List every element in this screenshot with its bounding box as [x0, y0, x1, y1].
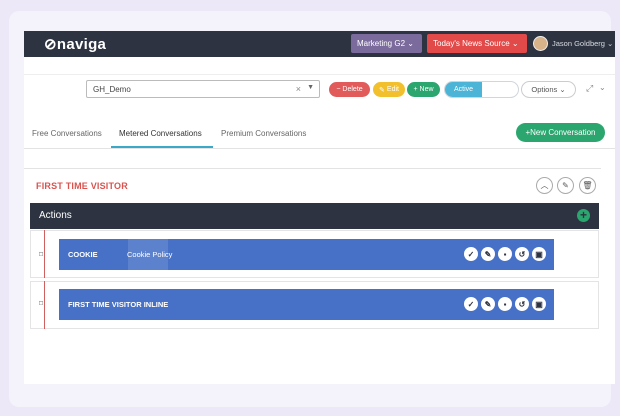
app-window: ⊘naviga Marketing G2 ⌄ Today's News Sour…: [24, 31, 615, 384]
new-conversation-label: New Conversation: [530, 128, 596, 137]
options-dropdown[interactable]: Options ⌄: [521, 81, 576, 98]
action-card-cookie[interactable]: COOKIE Cookie Policy ✓ ✎ ▪ ↺ ▣: [59, 239, 554, 270]
delete-button[interactable]: − Delete: [329, 82, 370, 97]
actions-label: Actions: [39, 210, 72, 221]
action-controls: ✓ ✎ ▪ ↺ ▣: [464, 297, 546, 311]
undo-icon[interactable]: ↺: [515, 297, 529, 311]
marketing-dropdown[interactable]: Marketing G2 ⌄: [351, 34, 422, 53]
edit-button[interactable]: ✎ Edit: [373, 82, 405, 97]
active-toggle[interactable]: Active: [444, 81, 519, 98]
expand-icon[interactable]: ⤢: [586, 83, 593, 94]
plus-icon: +: [413, 86, 418, 93]
trash-icon[interactable]: ▪: [498, 297, 512, 311]
save-icon[interactable]: ▣: [532, 297, 546, 311]
collapse-section-button[interactable]: ︿: [536, 177, 553, 194]
bookmark-icon[interactable]: ⌑: [39, 299, 43, 308]
row-marker-line: [44, 281, 45, 329]
edit-icon: ✎: [379, 86, 385, 94]
check-icon[interactable]: ✓: [464, 297, 478, 311]
tab-free-conversations[interactable]: Free Conversations: [32, 129, 102, 138]
action-name: FIRST TIME VISITOR INLINE: [68, 300, 169, 309]
user-avatar[interactable]: [533, 36, 548, 51]
new-button[interactable]: + New: [407, 82, 440, 97]
action-name: COOKIE: [68, 250, 98, 259]
pencil-icon[interactable]: ✎: [481, 247, 495, 261]
action-card-first-time-visitor-inline[interactable]: FIRST TIME VISITOR INLINE ✓ ✎ ▪ ↺ ▣: [59, 289, 554, 320]
chevron-down-icon[interactable]: ⌄: [599, 83, 606, 92]
naviga-logo: ⊘naviga: [44, 36, 107, 53]
tabs-divider: [24, 148, 615, 149]
chevron-up-icon: ︿: [540, 181, 549, 190]
new-conversation-button[interactable]: + New Conversation: [516, 123, 605, 142]
user-menu[interactable]: Jason Goldberg ⌄: [552, 39, 613, 48]
check-icon[interactable]: ✓: [464, 247, 478, 261]
tab-metered-conversations[interactable]: Metered Conversations: [119, 129, 202, 138]
row-marker-line: [44, 230, 45, 278]
edit-label: Edit: [386, 86, 399, 93]
undo-icon[interactable]: ↺: [515, 247, 529, 261]
conversation-select[interactable]: GH_Demo × ▼: [86, 80, 320, 98]
new-label: New: [419, 86, 434, 93]
pencil-icon[interactable]: ✎: [481, 297, 495, 311]
action-controls: ✓ ✎ ▪ ↺ ▣: [464, 247, 546, 261]
add-action-button[interactable]: +: [577, 209, 590, 222]
bookmark-icon[interactable]: ⌑: [39, 250, 43, 259]
delete-label: Delete: [342, 86, 363, 93]
clear-icon[interactable]: ×: [296, 84, 301, 94]
top-nav-bar: ⊘naviga Marketing G2 ⌄ Today's News Sour…: [24, 31, 615, 57]
edit-section-button[interactable]: ✎: [557, 177, 574, 194]
trash-icon[interactable]: ▪: [498, 247, 512, 261]
chevron-down-icon[interactable]: ▼: [307, 84, 314, 91]
divider: [24, 74, 615, 75]
options-label: Options ⌄: [531, 85, 566, 94]
actions-header: Actions +: [30, 203, 599, 229]
active-toggle-label: Active: [445, 82, 482, 97]
section-title: FIRST TIME VISITOR: [36, 181, 128, 191]
delete-section-button[interactable]: 🗑: [579, 177, 596, 194]
news-source-dropdown[interactable]: Today's News Source ⌄: [427, 34, 527, 53]
pencil-icon: ✎: [562, 181, 569, 190]
save-icon[interactable]: ▣: [532, 247, 546, 261]
action-description: Cookie Policy: [127, 250, 173, 259]
select-value: GH_Demo: [93, 85, 131, 94]
minus-icon: −: [336, 86, 341, 93]
tab-premium-conversations[interactable]: Premium Conversations: [221, 129, 306, 138]
trash-icon: 🗑: [582, 181, 593, 190]
section-divider: [24, 168, 601, 169]
